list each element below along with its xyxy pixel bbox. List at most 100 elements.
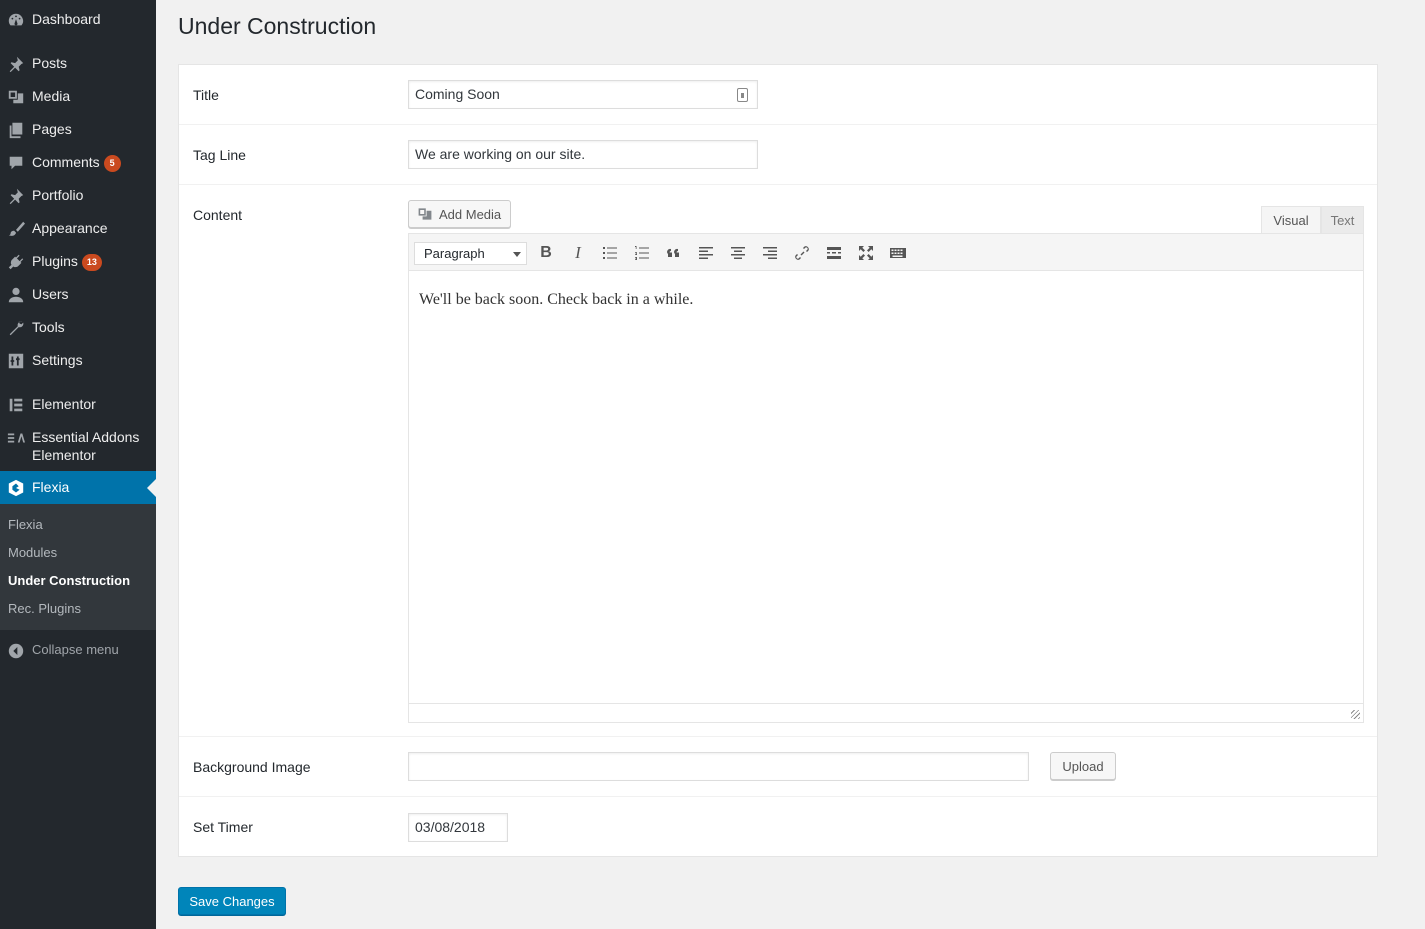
sidebar-item-essential-addons[interactable]: Essential Addons Elementor xyxy=(0,421,156,471)
numbered-list-icon xyxy=(635,246,649,260)
sidebar-item-pages[interactable]: Pages xyxy=(0,113,156,146)
sidebar-item-label: Elementor xyxy=(32,396,96,412)
tagline-label: Tag Line xyxy=(193,147,246,163)
elementor-icon xyxy=(0,395,32,414)
sidebar-item-portfolio[interactable]: Portfolio xyxy=(0,179,156,212)
bullet-list-icon xyxy=(603,247,617,259)
tab-text[interactable]: Text xyxy=(1321,206,1364,235)
toolbar-toggle-button[interactable] xyxy=(887,242,909,264)
password-manager-icon[interactable] xyxy=(737,88,748,102)
align-left-icon xyxy=(699,247,713,259)
editor-toolbar: Paragraph B I xyxy=(409,234,1363,271)
flexia-icon xyxy=(0,478,32,497)
page-title: Under Construction xyxy=(178,13,377,39)
essential-addons-icon xyxy=(0,428,32,447)
bold-button[interactable]: B xyxy=(535,242,557,264)
italic-button[interactable]: I xyxy=(567,242,589,264)
quote-icon xyxy=(667,248,679,257)
background-image-row: Background Image Upload xyxy=(179,737,1377,797)
content-editor: Paragraph B I We'll be back soon. Check … xyxy=(408,233,1364,723)
pages-icon xyxy=(0,120,32,139)
collapse-menu-label: Collapse menu xyxy=(32,642,119,657)
sidebar-item-label: Plugins 13 xyxy=(32,252,102,271)
dashboard-icon xyxy=(0,10,32,29)
sidebar-item-label: Comments 5 xyxy=(32,153,121,172)
align-right-button[interactable] xyxy=(759,242,781,264)
comments-count-badge: 5 xyxy=(103,155,121,172)
sidebar-item-media[interactable]: Media xyxy=(0,80,156,113)
sidebar-item-label: Appearance xyxy=(32,220,108,236)
set-timer-row: Set Timer 03/08/2018 xyxy=(179,797,1377,857)
admin-sidebar: Dashboard Posts Media Pages Comments 5 Po… xyxy=(0,0,156,929)
sidebar-item-elementor[interactable]: Elementor xyxy=(0,388,156,421)
sidebar-item-dashboard[interactable]: Dashboard xyxy=(0,3,156,36)
sidebar-item-settings[interactable]: Settings xyxy=(0,344,156,377)
upload-button[interactable]: Upload xyxy=(1050,752,1116,780)
sidebar-item-label: Flexia xyxy=(32,479,70,495)
set-timer-label: Set Timer xyxy=(193,819,253,835)
format-select[interactable]: Paragraph xyxy=(414,242,527,265)
sidebar-item-plugins[interactable]: Plugins 13 xyxy=(0,245,156,278)
title-input[interactable]: Coming Soon xyxy=(408,80,758,109)
tagline-input[interactable]: We are working on our site. xyxy=(408,140,758,169)
sidebar-item-flexia[interactable]: Flexia xyxy=(0,471,156,504)
link-icon xyxy=(795,246,809,260)
editor-body[interactable]: We'll be back soon. Check back in a whil… xyxy=(409,271,1363,703)
read-more-button[interactable] xyxy=(823,242,845,264)
align-right-icon xyxy=(763,247,777,259)
sidebar-item-comments[interactable]: Comments 5 xyxy=(0,146,156,179)
resize-handle-icon[interactable] xyxy=(1351,710,1360,719)
sidebar-item-posts[interactable]: Posts xyxy=(0,47,156,80)
settings-form: Title Coming Soon Tag Line We are workin… xyxy=(178,64,1378,857)
editor-status-bar xyxy=(409,703,1363,722)
sidebar-item-label: Tools xyxy=(32,319,65,335)
user-icon xyxy=(0,285,32,304)
sidebar-item-label: Settings xyxy=(32,352,83,368)
content-label: Content xyxy=(193,207,243,223)
sidebar-item-tools[interactable]: Tools xyxy=(0,311,156,344)
submenu-item-under-construction[interactable]: Under Construction xyxy=(0,567,156,595)
editor-paragraph: We'll be back soon. Check back in a whil… xyxy=(419,291,694,308)
align-center-icon xyxy=(731,247,745,259)
submenu-item-modules[interactable]: Modules xyxy=(0,539,156,567)
fullscreen-button[interactable] xyxy=(855,242,877,264)
bullet-list-button[interactable] xyxy=(599,242,621,264)
chevron-down-icon xyxy=(513,252,521,257)
blockquote-button[interactable] xyxy=(663,242,685,264)
sidebar-item-appearance[interactable]: Appearance xyxy=(0,212,156,245)
set-timer-input[interactable]: 03/08/2018 xyxy=(408,813,508,842)
sidebar-item-label: Pages xyxy=(32,121,72,137)
align-center-button[interactable] xyxy=(727,242,749,264)
sidebar-item-users[interactable]: Users xyxy=(0,278,156,311)
title-label: Title xyxy=(193,87,219,103)
save-changes-button[interactable]: Save Changes xyxy=(178,887,286,915)
numbered-list-button[interactable] xyxy=(631,242,653,264)
add-media-button[interactable]: Add Media xyxy=(408,200,511,228)
content-row: Content Add Media Visual Text Paragraph … xyxy=(179,185,1377,737)
settings-icon xyxy=(0,351,32,370)
background-image-input[interactable] xyxy=(408,752,1029,781)
sidebar-item-label: Posts xyxy=(32,55,68,71)
italic-icon: I xyxy=(575,243,581,262)
sidebar-item-label: Users xyxy=(32,286,69,302)
submenu-item-flexia[interactable]: Flexia xyxy=(0,511,156,539)
sidebar-item-label: Dashboard xyxy=(32,11,101,27)
submenu-item-rec-plugins[interactable]: Rec. Plugins xyxy=(0,595,156,623)
pin-icon xyxy=(0,54,32,73)
tab-visual[interactable]: Visual xyxy=(1261,206,1321,235)
align-left-button[interactable] xyxy=(695,242,717,264)
add-media-label: Add Media xyxy=(439,206,502,222)
collapse-menu-button[interactable]: Collapse menu xyxy=(0,634,156,667)
insert-link-button[interactable] xyxy=(791,242,813,264)
sidebar-item-label: Portfolio xyxy=(32,187,84,203)
brush-icon xyxy=(0,219,32,238)
read-more-icon xyxy=(827,247,841,259)
flexia-submenu: Flexia Modules Under Construction Rec. P… xyxy=(0,504,156,630)
title-row: Title Coming Soon xyxy=(179,65,1377,125)
wrench-icon xyxy=(0,318,32,337)
tagline-row: Tag Line We are working on our site. xyxy=(179,125,1377,185)
plugins-count-badge: 13 xyxy=(81,254,102,271)
collapse-arrow-icon xyxy=(0,641,32,660)
pin-icon xyxy=(0,186,32,205)
fullscreen-icon xyxy=(859,246,873,260)
